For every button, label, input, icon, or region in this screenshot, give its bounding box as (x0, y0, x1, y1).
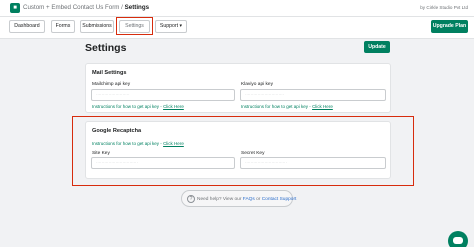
update-button[interactable]: Update (364, 41, 390, 53)
tab-settings[interactable]: Settings (119, 20, 150, 33)
brand-credit: by Cirkle Studio Pvt Ltd (420, 5, 468, 10)
contact-support-link[interactable]: Contact Support (262, 197, 297, 202)
mailchimp-click-here-link[interactable]: Click Here (163, 104, 184, 109)
klaviyo-click-here-link[interactable]: Click Here (312, 104, 333, 109)
google-recaptcha-card: Google Recaptcha Instructions for how to… (85, 121, 391, 179)
question-circle-icon: ? (187, 195, 195, 203)
tab-support-dropdown[interactable]: Support ▾ (155, 20, 187, 33)
klaviyo-help-label: Instructions for how to get api key - (241, 104, 311, 109)
mailchimp-help-text: Instructions for how to get api key - Cl… (92, 104, 184, 109)
mailchimp-help-label: Instructions for how to get api key - (92, 104, 162, 109)
top-bar: ■ Custom + Embed Contact Us Form / Setti… (0, 0, 474, 17)
help-footer: ? Need help? View our FAQs or Contact Su… (181, 190, 296, 207)
secret-key-label: Secret Key (241, 151, 265, 156)
breadcrumb: Custom + Embed Contact Us Form / Setting… (23, 4, 149, 11)
page-title: Settings (85, 42, 127, 54)
recaptcha-help-label: Instructions for how to get api key - (92, 141, 162, 146)
klaviyo-help-text: Instructions for how to get api key - Cl… (241, 104, 333, 109)
tab-dashboard[interactable]: Dashboard (9, 20, 45, 33)
help-footer-text: Need help? View our FAQs or Contact Supp… (197, 197, 296, 202)
faqs-link[interactable]: FAQs (243, 197, 255, 202)
mailchimp-label: Mailchimp api key (92, 82, 131, 87)
mail-settings-card: Mail Settings Mailchimp api key ········… (85, 63, 391, 113)
chat-icon (453, 237, 463, 244)
recaptcha-help-text: Instructions for how to get api key - Cl… (92, 141, 184, 146)
nav-bar: Dashboard Forms Submissions Settings Sup… (0, 17, 474, 39)
upgrade-plan-button[interactable]: Upgrade Plan (431, 20, 468, 33)
breadcrumb-current: Settings (124, 4, 150, 11)
tab-forms[interactable]: Forms (51, 20, 75, 33)
recaptcha-title: Google Recaptcha (92, 128, 142, 134)
breadcrumb-app-link[interactable]: Custom + Embed Contact Us Form (23, 4, 119, 11)
help-footer-prefix: Need help? View our (197, 196, 243, 202)
mail-settings-title: Mail Settings (92, 70, 127, 76)
site-key-input[interactable]: ······························ (91, 157, 235, 169)
tab-submissions[interactable]: Submissions (80, 20, 114, 33)
help-footer-or: or (254, 196, 262, 202)
secret-key-input[interactable]: ······························ (240, 157, 386, 169)
klaviyo-label: Klaviyo api key (241, 82, 273, 87)
mailchimp-api-key-input[interactable]: ························ (91, 89, 235, 101)
recaptcha-click-here-link[interactable]: Click Here (163, 141, 184, 146)
chat-button[interactable] (448, 231, 468, 247)
app-logo-icon: ■ (10, 3, 20, 13)
site-key-label: Site Key (92, 151, 110, 156)
klaviyo-api-key-input[interactable]: ···························· (240, 89, 386, 101)
